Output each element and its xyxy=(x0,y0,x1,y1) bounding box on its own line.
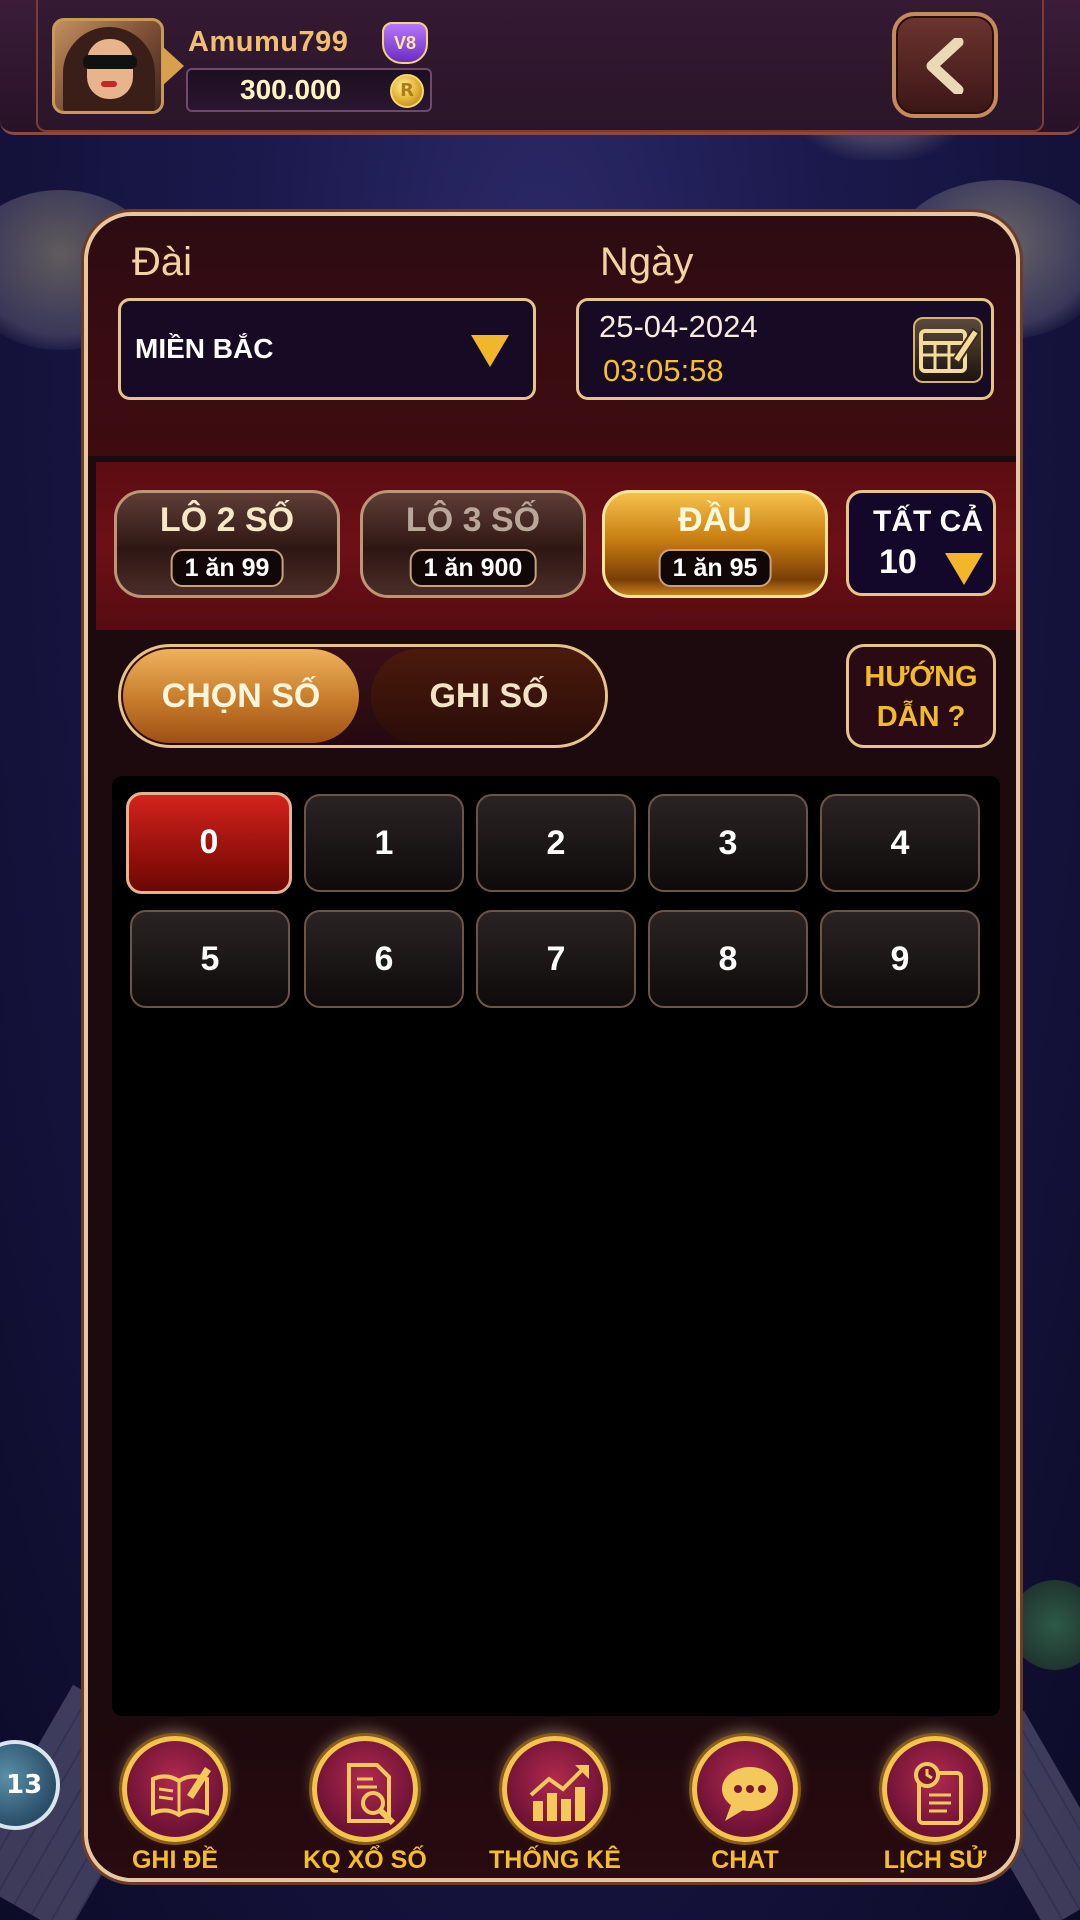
nav-kq-xo-so[interactable]: KQ XỔ SỐ xyxy=(290,1726,440,1878)
number-button-6[interactable]: 6 xyxy=(304,910,464,1008)
bet-tab-odds: 1 ăn 99 xyxy=(170,549,284,587)
station-dropdown[interactable]: MIỀN BẮC xyxy=(118,298,536,400)
bet-tab-title: LÔ 2 SỐ xyxy=(159,501,295,539)
balance-box: 300.000 R xyxy=(186,68,432,112)
bet-tab-title: LÔ 3 SỐ xyxy=(405,501,541,539)
filter-dropdown[interactable]: TẤT CẢ 10 xyxy=(846,490,996,596)
nav-thong-ke[interactable]: THỐNG KÊ xyxy=(480,1726,630,1878)
nav-ghi-de[interactable]: GHI ĐỀ xyxy=(100,1726,250,1878)
lottery-panel: Đài Ngày MIỀN BẮC 25-04-2024 03:05:58 LÔ… xyxy=(84,212,1020,1882)
nav-lich-su[interactable]: LỊCH SỬ xyxy=(860,1726,1010,1878)
calendar-pen-icon xyxy=(919,327,981,373)
calendar-edit-button[interactable] xyxy=(913,317,983,383)
nav-label: GHI ĐỀ xyxy=(131,1846,219,1874)
bet-tab-title: ĐẦU xyxy=(678,501,752,539)
nav-label: CHAT xyxy=(711,1846,779,1874)
vip-badge-icon: V8 xyxy=(382,22,428,64)
book-pen-icon xyxy=(122,1736,228,1842)
station-label: Đài xyxy=(132,240,193,284)
nav-label: KQ XỔ SỐ xyxy=(303,1846,427,1874)
username: Amumu799 xyxy=(188,26,349,58)
write-number-button[interactable]: GHI SỐ xyxy=(371,649,605,743)
station-value: MIỀN BẮC xyxy=(135,333,274,364)
background-decoration xyxy=(1010,1580,1080,1670)
date-value: 25-04-2024 xyxy=(599,309,758,344)
coin-icon: R xyxy=(390,74,424,108)
number-button-8[interactable]: 8 xyxy=(648,910,808,1008)
guide-label-line1: HƯỚNG xyxy=(864,661,978,693)
chevron-left-icon xyxy=(926,38,964,94)
number-button-4[interactable]: 4 xyxy=(820,794,980,892)
pick-number-button[interactable]: CHỌN SỐ xyxy=(123,649,359,743)
document-search-icon xyxy=(312,1736,418,1842)
filter-label: TẤT CẢ xyxy=(873,505,983,538)
back-button[interactable] xyxy=(892,12,998,118)
number-button-1[interactable]: 1 xyxy=(304,794,464,892)
number-button-7[interactable]: 7 xyxy=(476,910,636,1008)
nav-chat[interactable]: CHAT xyxy=(670,1726,820,1878)
number-button-3[interactable]: 3 xyxy=(648,794,808,892)
chart-trend-icon xyxy=(502,1736,608,1842)
number-button-5[interactable]: 5 xyxy=(130,910,290,1008)
chat-bubble-icon xyxy=(692,1736,798,1842)
bet-tab-lo-3-so[interactable]: LÔ 3 SỐ 1 ăn 900 xyxy=(360,490,586,598)
date-field[interactable]: 25-04-2024 03:05:58 xyxy=(576,298,994,400)
number-button-9[interactable]: 9 xyxy=(820,910,980,1008)
nav-label: THỐNG KÊ xyxy=(489,1846,621,1874)
top-bar: Amumu799 V8 300.000 R xyxy=(0,0,1080,135)
filter-value: 10 xyxy=(879,543,917,581)
mode-toggle: CHỌN SỐ GHI SỐ xyxy=(118,644,608,748)
balance-amount: 300.000 xyxy=(240,74,342,105)
bottom-nav: GHI ĐỀ KQ XỔ SỐ THỐNG KÊ CHAT LỊCH SỬ xyxy=(88,1726,1016,1878)
avatar-pointer xyxy=(162,46,184,86)
bet-tab-dau[interactable]: ĐẦU 1 ăn 95 xyxy=(602,490,828,598)
number-button-0[interactable]: 0 xyxy=(126,792,292,894)
number-button-2[interactable]: 2 xyxy=(476,794,636,892)
time-value: 03:05:58 xyxy=(603,353,724,388)
guide-label-line2: DẪN ? xyxy=(876,701,966,733)
number-grid: 0 1 2 3 4 5 6 7 8 9 xyxy=(112,776,1000,1716)
avatar[interactable] xyxy=(52,18,164,114)
user-profile[interactable]: Amumu799 V8 300.000 R xyxy=(52,18,432,114)
bet-tab-odds: 1 ăn 900 xyxy=(409,549,537,587)
nav-label: LỊCH SỬ xyxy=(883,1846,987,1874)
history-clipboard-icon xyxy=(882,1736,988,1842)
bet-tab-odds: 1 ăn 95 xyxy=(658,549,772,587)
bet-tab-lo-2-so[interactable]: LÔ 2 SỐ 1 ăn 99 xyxy=(114,490,340,598)
dropdown-arrow-icon xyxy=(471,335,509,367)
date-label: Ngày xyxy=(600,240,694,284)
guide-button[interactable]: HƯỚNG DẪN ? xyxy=(846,644,996,748)
dropdown-arrow-icon xyxy=(945,553,983,585)
